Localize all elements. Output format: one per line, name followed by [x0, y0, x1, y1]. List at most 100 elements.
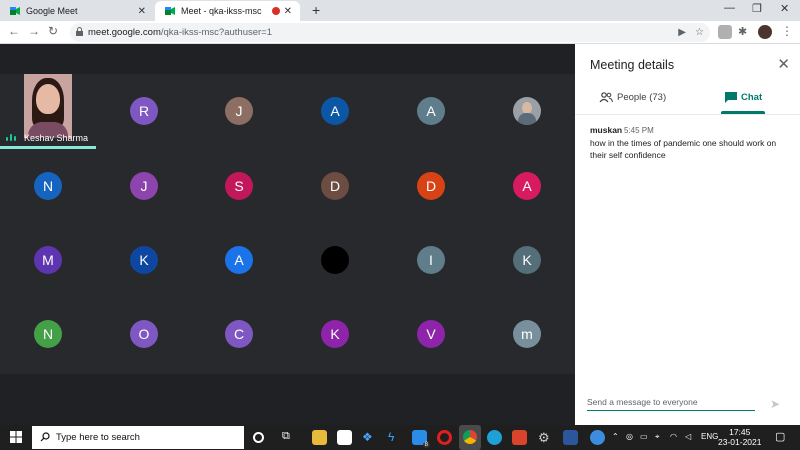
- address-toolbar: ← → ↻ meet.google.com/qka-ikss-msc?authu…: [0, 21, 800, 44]
- grid-background: [0, 74, 575, 374]
- clock[interactable]: 17:45 23-01-2021: [718, 427, 761, 447]
- browser-icon[interactable]: ⚙: [538, 430, 553, 445]
- participant-avatar[interactable]: N: [34, 320, 62, 348]
- message-time: 5:45 PM: [624, 126, 654, 135]
- people-icon: [599, 92, 613, 103]
- minimize-icon[interactable]: —: [724, 2, 735, 14]
- wifi-icon[interactable]: ◠: [670, 432, 677, 441]
- tab-label: Google Meet: [26, 6, 78, 16]
- url-path: /qka-ikss-msc?authuser=1: [160, 27, 273, 38]
- bookmark-star-icon[interactable]: ☆: [695, 27, 704, 38]
- opera-icon[interactable]: [437, 430, 452, 445]
- tab-label: Meet - qka-ikss-msc: [181, 6, 262, 16]
- notifications-icon[interactable]: ▢: [775, 430, 785, 443]
- participant-avatar[interactable]: [321, 246, 349, 274]
- chat-message-input[interactable]: Send a message to everyone: [587, 397, 755, 411]
- self-name-row: Keshav Sharma: [0, 130, 96, 146]
- recording-indicator-icon: [272, 7, 280, 15]
- file-explorer-icon[interactable]: [312, 430, 327, 445]
- close-icon[interactable]: ✕: [777, 55, 790, 73]
- dropbox-icon[interactable]: ❖: [362, 430, 377, 445]
- profile-avatar[interactable]: [758, 25, 772, 39]
- search-icon: [40, 432, 50, 442]
- message-text: how in the times of pandemic one should …: [590, 138, 777, 160]
- extension-icon[interactable]: [718, 25, 732, 39]
- windows-taskbar: Type here to search ⧉ ❖ ϟ 8 ⚙ ⌃ ◎ ▭ ⌖ ◠ …: [0, 425, 800, 450]
- participant-avatar[interactable]: A: [513, 172, 541, 200]
- meeting-grid: Keshav Sharma R J A A N J S D D A M K A I K N O C K Vm: [0, 44, 575, 425]
- participant-avatar[interactable]: A: [417, 97, 445, 125]
- edge-icon[interactable]: [487, 430, 502, 445]
- participant-avatar[interactable]: A: [225, 246, 253, 274]
- participant-avatar[interactable]: A: [321, 97, 349, 125]
- power-automate-icon[interactable]: ϟ: [388, 430, 403, 445]
- store-icon[interactable]: [337, 430, 352, 445]
- participant-avatar[interactable]: V: [417, 320, 445, 348]
- participant-avatar[interactable]: K: [130, 246, 158, 274]
- show-hidden-icon[interactable]: ⌃: [612, 432, 619, 441]
- task-view-icon[interactable]: ⧉: [282, 430, 297, 445]
- volume-icon[interactable]: ◁: [685, 432, 691, 441]
- menu-dots-icon[interactable]: ⋮: [781, 24, 793, 38]
- tab-chat-label: Chat: [741, 92, 763, 103]
- participant-avatar[interactable]: J: [225, 97, 253, 125]
- tab-chat[interactable]: Chat: [725, 92, 762, 103]
- participant-avatar[interactable]: D: [417, 172, 445, 200]
- language-indicator[interactable]: ENG: [701, 432, 718, 441]
- participant-avatar[interactable]: m: [513, 320, 541, 348]
- lock-icon: [76, 27, 83, 36]
- meet-favicon-icon: [10, 7, 20, 15]
- close-tab-icon[interactable]: ✕: [138, 6, 146, 17]
- app-icon[interactable]: [512, 430, 527, 445]
- tab-people[interactable]: People (73): [599, 92, 666, 103]
- clock-date: 23-01-2021: [718, 437, 762, 447]
- reload-icon[interactable]: ↻: [48, 24, 58, 38]
- tab-meet-call[interactable]: Meet - qka-ikss-msc ✕: [155, 1, 300, 21]
- participant-avatar[interactable]: J: [130, 172, 158, 200]
- participant-avatar[interactable]: N: [34, 172, 62, 200]
- meeting-details-panel: Meeting details ✕ People (73) Chat muska…: [575, 44, 800, 425]
- weather-icon[interactable]: [590, 430, 605, 445]
- browser-tab-bar: Google Meet ✕ Meet - qka-ikss-msc ✕ + — …: [0, 0, 800, 21]
- participant-avatar[interactable]: M: [34, 246, 62, 274]
- audio-level-icon: [6, 133, 24, 143]
- cortana-icon[interactable]: [253, 432, 264, 443]
- panel-title: Meeting details: [590, 58, 675, 72]
- windows-start-icon[interactable]: [10, 431, 22, 443]
- send-icon[interactable]: ➤: [770, 397, 780, 411]
- camera-icon[interactable]: ▶: [678, 27, 686, 38]
- restore-icon[interactable]: ❐: [752, 2, 762, 15]
- mail-icon[interactable]: 8: [412, 430, 430, 448]
- mail-badge: 8: [422, 442, 430, 448]
- new-tab-button[interactable]: +: [312, 2, 320, 18]
- forward-icon[interactable]: →: [28, 24, 40, 38]
- clock-time: 17:45: [729, 427, 751, 437]
- location-icon[interactable]: ⌖: [655, 432, 660, 442]
- participant-avatar[interactable]: I: [417, 246, 445, 274]
- participant-avatar[interactable]: D: [321, 172, 349, 200]
- participant-avatar[interactable]: R: [130, 97, 158, 125]
- participant-avatar[interactable]: K: [513, 246, 541, 274]
- tab-google-meet[interactable]: Google Meet ✕: [0, 1, 154, 21]
- puzzle-extensions-icon[interactable]: ✱: [738, 25, 752, 39]
- word-icon[interactable]: [563, 430, 578, 445]
- url-field[interactable]: meet.google.com/qka-ikss-msc?authuser=1 …: [70, 23, 710, 42]
- chrome-active-icon[interactable]: [459, 425, 481, 450]
- taskbar-search[interactable]: Type here to search: [32, 426, 244, 449]
- participant-avatar[interactable]: K: [321, 320, 349, 348]
- meet-favicon-icon: [165, 7, 175, 15]
- tab-people-label: People (73): [617, 92, 667, 103]
- close-window-icon[interactable]: ✕: [780, 2, 789, 15]
- url-host: meet.google.com: [88, 27, 161, 38]
- back-icon[interactable]: ←: [8, 24, 20, 38]
- search-placeholder: Type here to search: [56, 432, 140, 443]
- self-video-tile[interactable]: [24, 74, 72, 138]
- battery-icon: ▭: [640, 432, 648, 441]
- participant-avatar[interactable]: C: [225, 320, 253, 348]
- message-sender: muskan: [590, 125, 623, 135]
- network-icon[interactable]: ◎: [626, 432, 633, 441]
- close-tab-icon[interactable]: ✕: [284, 6, 292, 17]
- participant-avatar[interactable]: S: [225, 172, 253, 200]
- participant-avatar[interactable]: O: [130, 320, 158, 348]
- participant-avatar[interactable]: [513, 97, 541, 125]
